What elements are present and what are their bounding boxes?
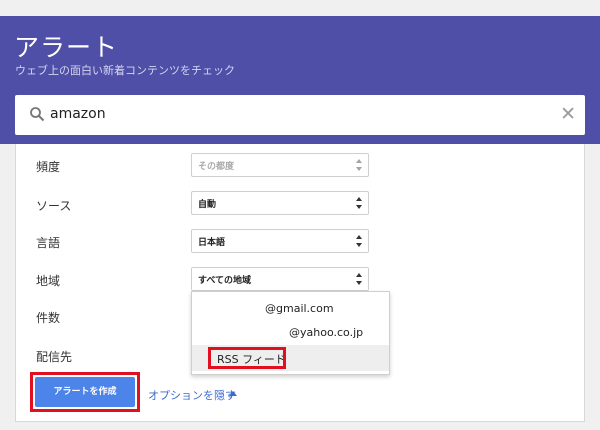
source-select[interactable]: 自動 xyxy=(191,191,369,215)
source-value: 自動 xyxy=(198,200,217,210)
frequency-value: その都度 xyxy=(198,162,235,172)
search-icon xyxy=(30,107,45,122)
search-query: amazon xyxy=(50,106,106,122)
select-arrows-icon xyxy=(356,235,362,247)
delivery-dropdown-menu: @gmail.com @yahoo.co.jp RSS フィード xyxy=(191,291,390,375)
frequency-label: 頻度 xyxy=(36,160,61,174)
count-label: 件数 xyxy=(36,311,61,325)
region-value: すべての地域 xyxy=(198,276,252,286)
caret-up-icon[interactable] xyxy=(229,391,237,396)
delivery-option-rss[interactable]: RSS フィード xyxy=(192,345,389,371)
region-label: 地域 xyxy=(36,274,61,288)
language-value: 日本語 xyxy=(198,238,226,248)
delivery-option-gmail[interactable]: @gmail.com xyxy=(192,296,389,322)
search-input[interactable]: amazon ✕ xyxy=(15,95,585,135)
select-arrows-icon xyxy=(356,197,362,209)
hide-options-link[interactable]: オプションを隠す xyxy=(148,387,236,403)
page-title: アラート xyxy=(14,33,119,62)
language-label: 言語 xyxy=(36,236,61,250)
region-select[interactable]: すべての地域 xyxy=(191,267,369,291)
highlight-outline xyxy=(208,347,286,369)
delivery-option-label: @yahoo.co.jp xyxy=(289,326,364,339)
source-label: ソース xyxy=(36,199,72,213)
select-arrows-icon xyxy=(356,273,362,285)
app-header: アラート ウェブ上の面白い新着コンテンツをチェック amazon ✕ xyxy=(0,16,600,144)
create-alert-button[interactable]: アラートを作成 xyxy=(35,377,135,407)
close-icon[interactable]: ✕ xyxy=(560,103,576,125)
delivery-label: 配信先 xyxy=(36,350,73,364)
select-arrows-icon xyxy=(356,159,362,171)
language-select[interactable]: 日本語 xyxy=(191,229,369,253)
delivery-option-label: @gmail.com xyxy=(265,302,334,315)
page-subtitle: ウェブ上の面白い新着コンテンツをチェック xyxy=(15,64,235,77)
frequency-select: その都度 xyxy=(191,153,369,177)
delivery-option-yahoo[interactable]: @yahoo.co.jp xyxy=(192,320,389,346)
